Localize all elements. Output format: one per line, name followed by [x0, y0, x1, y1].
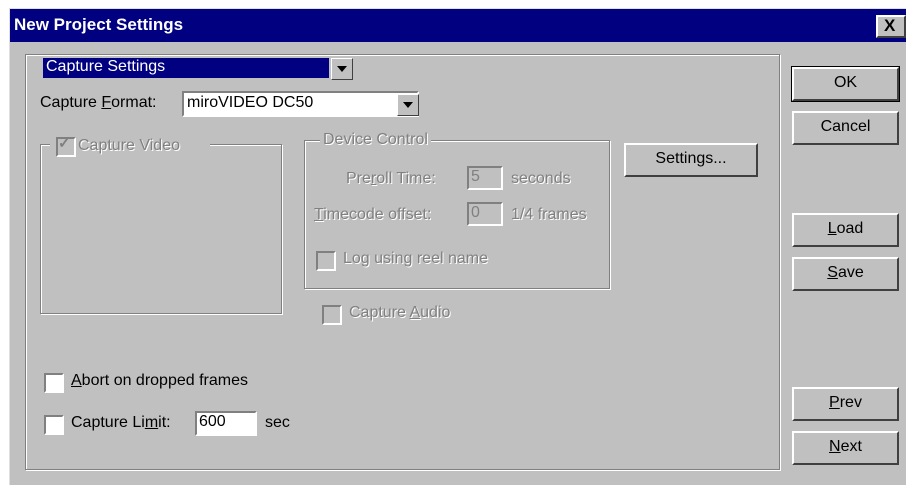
window-title: New Project Settings — [14, 15, 184, 34]
chevron-down-icon[interactable] — [397, 94, 419, 116]
capture-limit-input[interactable]: 600 — [195, 411, 257, 436]
log-reel-name-checkbox[interactable] — [316, 251, 336, 271]
capture-audio-checkbox[interactable] — [322, 305, 342, 325]
capture-video-group — [40, 144, 282, 314]
capture-video-checkbox[interactable] — [56, 134, 76, 157]
ok-button[interactable]: OK — [791, 66, 900, 102]
load-button[interactable]: Load — [792, 213, 899, 247]
capture-format-label: Capture Format: — [40, 94, 157, 111]
chevron-down-icon[interactable] — [331, 58, 353, 80]
next-button[interactable]: Next — [792, 431, 899, 465]
abort-dropped-frames-checkbox[interactable] — [44, 373, 64, 393]
save-button[interactable]: Save — [792, 257, 899, 291]
capture-format-dropdown[interactable]: miroVIDEO DC50 — [182, 91, 419, 117]
settings-button[interactable]: Settings... — [624, 143, 758, 177]
preroll-unit-label: seconds — [511, 170, 571, 187]
cancel-button[interactable]: Cancel — [792, 111, 899, 145]
preroll-time-label: Preroll Time: — [346, 170, 436, 187]
settings-category-value: Capture Settings — [46, 58, 166, 75]
capture-video-label: Capture Video — [78, 137, 180, 154]
timecode-offset-label: Timecode offset: — [314, 206, 432, 223]
timecode-unit-label: 1/4 frames — [511, 206, 587, 223]
device-control-title: Device Control — [320, 131, 431, 149]
capture-limit-checkbox[interactable] — [44, 415, 64, 435]
close-icon: X — [884, 16, 896, 35]
capture-limit-unit: sec — [265, 414, 290, 431]
preroll-time-input[interactable]: 5 — [467, 166, 503, 190]
capture-format-value: miroVIDEO DC50 — [187, 94, 314, 111]
timecode-offset-input[interactable]: 0 — [467, 202, 503, 226]
abort-dropped-frames-label: Abort on dropped frames — [71, 372, 248, 389]
prev-button[interactable]: Prev — [792, 387, 899, 421]
log-reel-name-label: Log using reel name — [343, 250, 488, 267]
capture-audio-label: Capture Audio — [349, 304, 451, 321]
close-button[interactable]: X — [876, 15, 906, 38]
capture-video-legend: Capture Video — [50, 134, 210, 157]
capture-limit-label: Capture Limit: — [71, 414, 171, 431]
settings-category-dropdown[interactable]: Capture Settings — [41, 56, 357, 82]
